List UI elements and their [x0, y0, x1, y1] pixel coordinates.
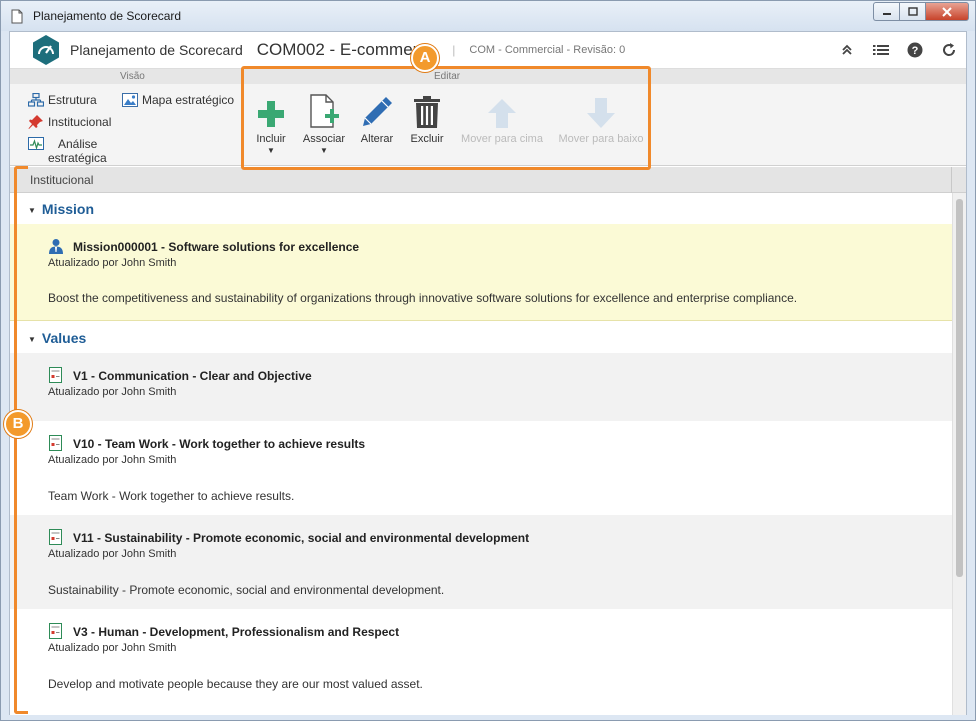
group-toggle-mission[interactable]: ▼ Mission: [28, 201, 94, 217]
view-mapa-label: Mapa estratégico: [142, 93, 235, 107]
value-updated: Atualizado por John Smith: [48, 386, 177, 398]
mission-title: Mission000001 - Software solutions for e…: [73, 240, 360, 254]
value-card-icon: [49, 529, 62, 545]
pin-icon: [28, 115, 43, 129]
callout-badge-a: A: [411, 44, 439, 72]
callout-bracket-b: [14, 166, 28, 714]
app-header: Planejamento de Scorecard COM002 - E-com…: [10, 32, 966, 68]
view-analise-button[interactable]: Análise estratégica: [28, 137, 107, 165]
group-toggle-values[interactable]: ▼ Values: [28, 330, 86, 346]
section-header-divider: [951, 167, 952, 193]
list-view-button[interactable]: [872, 41, 890, 59]
close-button[interactable]: [925, 2, 969, 21]
section-header-label: Institucional: [30, 173, 94, 187]
value-title: V1 - Communication - Clear and Objective: [73, 369, 312, 383]
maximize-icon: [907, 7, 918, 16]
svg-text:?: ?: [912, 45, 919, 57]
structure-icon: [28, 93, 44, 107]
close-icon: [942, 6, 952, 17]
group-title-mission: Mission: [41, 201, 95, 217]
analise-line1: Análise: [58, 137, 98, 151]
callout-box-a: [241, 66, 651, 170]
window-title: Planejamento de Scorecard: [33, 9, 182, 23]
view-institucional-button[interactable]: Institucional: [28, 115, 111, 129]
value-title: V3 - Human - Development, Professionalis…: [73, 625, 400, 639]
help-icon: ?: [907, 42, 923, 58]
record-title: COM002 - E-commerce: [256, 40, 437, 59]
value-row[interactable]: V11 - Sustainability - Promote economic,…: [10, 515, 952, 609]
value-row[interactable]: V1 - Communication - Clear and Objective…: [10, 353, 952, 421]
help-button[interactable]: ?: [906, 41, 924, 59]
mission-updated: Atualizado por John Smith: [48, 257, 177, 269]
maximize-button[interactable]: [899, 2, 925, 21]
section-header: Institucional: [10, 167, 966, 193]
document-icon: [11, 9, 23, 23]
scorecard-logo-icon: [33, 35, 59, 65]
refresh-icon: [943, 43, 956, 56]
header-separator: |: [452, 43, 456, 57]
expand-triangle-icon: ▼: [28, 334, 36, 344]
minimize-icon: [882, 12, 891, 15]
value-row[interactable]: V3 - Human - Development, Professionalis…: [10, 609, 952, 703]
expand-triangle-icon: ▼: [28, 205, 36, 215]
minimize-button[interactable]: [873, 2, 899, 21]
value-description: Develop and motivate people because they…: [48, 677, 423, 691]
window-titlebar: Planejamento de Scorecard: [1, 1, 975, 31]
view-estrutura-label: Estrutura: [48, 93, 97, 107]
view-mapa-button[interactable]: Mapa estratégico: [122, 93, 234, 107]
window-controls: [873, 2, 969, 21]
double-chevron-up-icon: [842, 44, 852, 55]
scrollbar-thumb[interactable]: [956, 199, 963, 577]
value-updated: Atualizado por John Smith: [48, 454, 177, 466]
view-analise-label: Análise estratégica: [48, 137, 107, 165]
list-icon: [873, 45, 889, 55]
analysis-chart-icon: [28, 137, 44, 151]
map-image-icon: [122, 93, 138, 107]
mission-person-icon: [49, 239, 63, 254]
record-subinfo: COM - Commercial - Revisão: 0: [469, 44, 626, 56]
value-card-icon: [49, 435, 62, 451]
analise-line2: estratégica: [48, 151, 107, 165]
refresh-button[interactable]: [940, 41, 958, 59]
header-actions: ?: [838, 41, 958, 59]
value-updated: Atualizado por John Smith: [48, 548, 177, 560]
value-updated: Atualizado por John Smith: [48, 642, 177, 654]
content-panel: Institucional ▼ Mission Mission000001 - S…: [10, 167, 966, 715]
value-title: V10 - Team Work - Work together to achie…: [73, 437, 366, 451]
mission-description: Boost the competitiveness and sustainabi…: [48, 291, 798, 305]
group-title-values: Values: [41, 330, 87, 346]
value-card-icon: [49, 367, 62, 383]
value-row[interactable]: V10 - Team Work - Work together to achie…: [10, 421, 952, 515]
app-title: Planejamento de Scorecard: [70, 42, 243, 58]
callout-badge-b: B: [4, 410, 32, 438]
group-label-visao: Visão: [120, 71, 145, 82]
view-institucional-label: Institucional: [48, 115, 112, 129]
value-description: Team Work - Work together to achieve res…: [48, 489, 295, 503]
value-description: Sustainability - Promote economic, socia…: [48, 583, 445, 597]
mission-row[interactable]: Mission000001 - Software solutions for e…: [10, 224, 952, 321]
view-estrutura-button[interactable]: Estrutura: [28, 93, 97, 107]
collapse-button[interactable]: [838, 41, 856, 59]
value-card-icon: [49, 623, 62, 639]
vertical-scrollbar[interactable]: [952, 193, 966, 715]
value-title: V11 - Sustainability - Promote economic,…: [73, 531, 530, 545]
